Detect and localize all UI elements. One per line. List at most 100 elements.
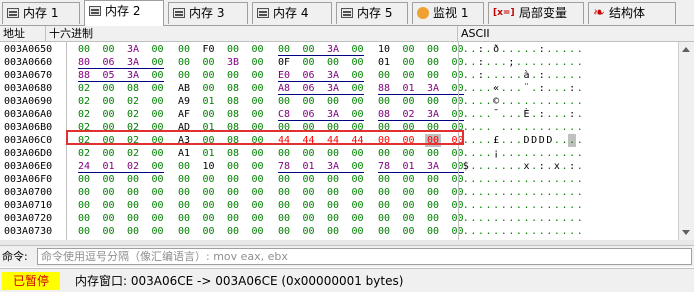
hex-byte[interactable]: 00 (76, 43, 92, 56)
address-column-header[interactable]: 地址 (0, 26, 46, 41)
ascii-char[interactable]: . (546, 69, 554, 82)
ascii-char[interactable]: . (477, 121, 485, 134)
dump-row[interactable]: 003A070000000000000000000000000000000000… (0, 186, 678, 199)
ascii-char[interactable]: . (546, 186, 554, 199)
hex-byte[interactable]: 00 (376, 186, 392, 199)
row-address[interactable]: 003A0690 (4, 95, 52, 108)
hex-byte[interactable]: 00 (350, 186, 366, 199)
ascii-char[interactable]: . (553, 199, 561, 212)
ascii-char[interactable]: . (470, 199, 478, 212)
hex-byte[interactable]: 08 (125, 82, 141, 95)
hex-byte[interactable]: 00 (276, 147, 292, 160)
ascii-char[interactable]: . (553, 147, 561, 160)
ascii-char[interactable]: . (508, 43, 516, 56)
row-address[interactable]: 003A0710 (4, 199, 52, 212)
ascii-char[interactable]: . (515, 173, 523, 186)
hex-byte[interactable]: 00 (425, 147, 441, 160)
ascii-char[interactable]: . (523, 186, 531, 199)
ascii-char[interactable]: . (576, 147, 584, 160)
ascii-char[interactable]: . (485, 82, 493, 95)
ascii-char[interactable]: . (568, 147, 576, 160)
hex-byte[interactable]: 00 (376, 69, 392, 82)
tab-5[interactable]: 内存 5 (336, 2, 408, 24)
ascii-char[interactable]: . (561, 43, 569, 56)
hex-byte[interactable]: 00 (376, 212, 392, 225)
ascii-char[interactable]: . (568, 173, 576, 186)
ascii-char[interactable]: . (576, 186, 584, 199)
hex-byte[interactable]: 00 (101, 108, 117, 121)
hex-byte[interactable]: 00 (225, 225, 241, 238)
ascii-char[interactable]: . (470, 186, 478, 199)
hex-byte[interactable]: AF (176, 108, 192, 121)
ascii-char[interactable]: . (470, 212, 478, 225)
row-address[interactable]: 003A06B0 (4, 121, 52, 134)
ascii-char[interactable]: . (500, 134, 508, 147)
hex-byte[interactable]: 00 (176, 173, 192, 186)
ascii-char[interactable]: . (553, 43, 561, 56)
ascii-char[interactable]: . (515, 160, 523, 173)
ascii-char[interactable]: . (485, 147, 493, 160)
hex-byte[interactable]: 00 (401, 43, 417, 56)
ascii-char[interactable]: x (523, 160, 531, 173)
hex-byte[interactable]: AB (176, 82, 192, 95)
hex-byte[interactable]: 00 (150, 95, 166, 108)
ascii-char[interactable]: . (500, 173, 508, 186)
ascii-char[interactable]: . (470, 69, 478, 82)
hex-byte[interactable]: 00 (401, 186, 417, 199)
ascii-char[interactable]: : (568, 82, 576, 95)
ascii-char[interactable]: . (515, 186, 523, 199)
ascii-char[interactable]: . (568, 69, 576, 82)
hex-byte[interactable]: 00 (125, 186, 141, 199)
ascii-char[interactable]: . (538, 225, 546, 238)
hex-byte[interactable]: 00 (101, 95, 117, 108)
ascii-char[interactable]: . (485, 69, 493, 82)
ascii-char[interactable]: . (553, 108, 561, 121)
ascii-char[interactable]: . (530, 160, 538, 173)
ascii-char[interactable]: . (546, 199, 554, 212)
ascii-char[interactable]: . (462, 56, 470, 69)
ascii-char[interactable]: ¡ (492, 147, 500, 160)
ascii-char[interactable]: . (470, 134, 478, 147)
tab-6[interactable]: 监视 1 (412, 2, 484, 24)
ascii-char[interactable]: . (530, 82, 538, 95)
row-address[interactable]: 003A06D0 (4, 147, 52, 160)
hex-byte[interactable]: 00 (125, 173, 141, 186)
ascii-char[interactable]: . (568, 43, 576, 56)
ascii-char[interactable]: . (568, 199, 576, 212)
ascii-char[interactable]: . (515, 69, 523, 82)
hex-byte[interactable]: 00 (201, 199, 217, 212)
hex-byte[interactable]: 00 (276, 212, 292, 225)
row-address[interactable]: 003A0660 (4, 56, 52, 69)
ascii-char[interactable]: . (576, 69, 584, 82)
hex-column-header[interactable]: 十六进制 (46, 26, 458, 41)
hex-byte[interactable]: 00 (225, 69, 241, 82)
tab-4[interactable]: 内存 4 (252, 2, 332, 24)
hex-byte[interactable]: 00 (225, 173, 241, 186)
ascii-char[interactable]: . (553, 186, 561, 199)
ascii-char[interactable]: . (485, 199, 493, 212)
hex-byte[interactable]: 00 (376, 95, 392, 108)
hex-byte[interactable]: 00 (401, 95, 417, 108)
hex-byte[interactable]: 08 (225, 147, 241, 160)
ascii-char[interactable]: . (561, 225, 569, 238)
hex-byte[interactable]: 00 (250, 212, 266, 225)
hex-byte[interactable]: 00 (101, 43, 117, 56)
ascii-char[interactable]: ð (492, 43, 500, 56)
hex-byte[interactable]: 00 (401, 147, 417, 160)
hex-byte[interactable]: 00 (325, 95, 341, 108)
hex-byte[interactable]: 00 (101, 212, 117, 225)
hex-byte[interactable]: 00 (425, 56, 441, 69)
ascii-char[interactable]: . (523, 147, 531, 160)
ascii-char[interactable]: . (576, 199, 584, 212)
ascii-char[interactable]: . (553, 95, 561, 108)
ascii-char[interactable]: . (530, 56, 538, 69)
hex-byte[interactable]: 00 (250, 82, 266, 95)
ascii-char[interactable]: . (561, 69, 569, 82)
ascii-char[interactable]: . (515, 43, 523, 56)
ascii-char[interactable]: . (492, 173, 500, 186)
ascii-char[interactable]: . (485, 186, 493, 199)
ascii-char[interactable]: à (523, 69, 531, 82)
ascii-char[interactable]: . (500, 160, 508, 173)
ascii-char[interactable]: . (568, 56, 576, 69)
ascii-char[interactable]: . (485, 134, 493, 147)
